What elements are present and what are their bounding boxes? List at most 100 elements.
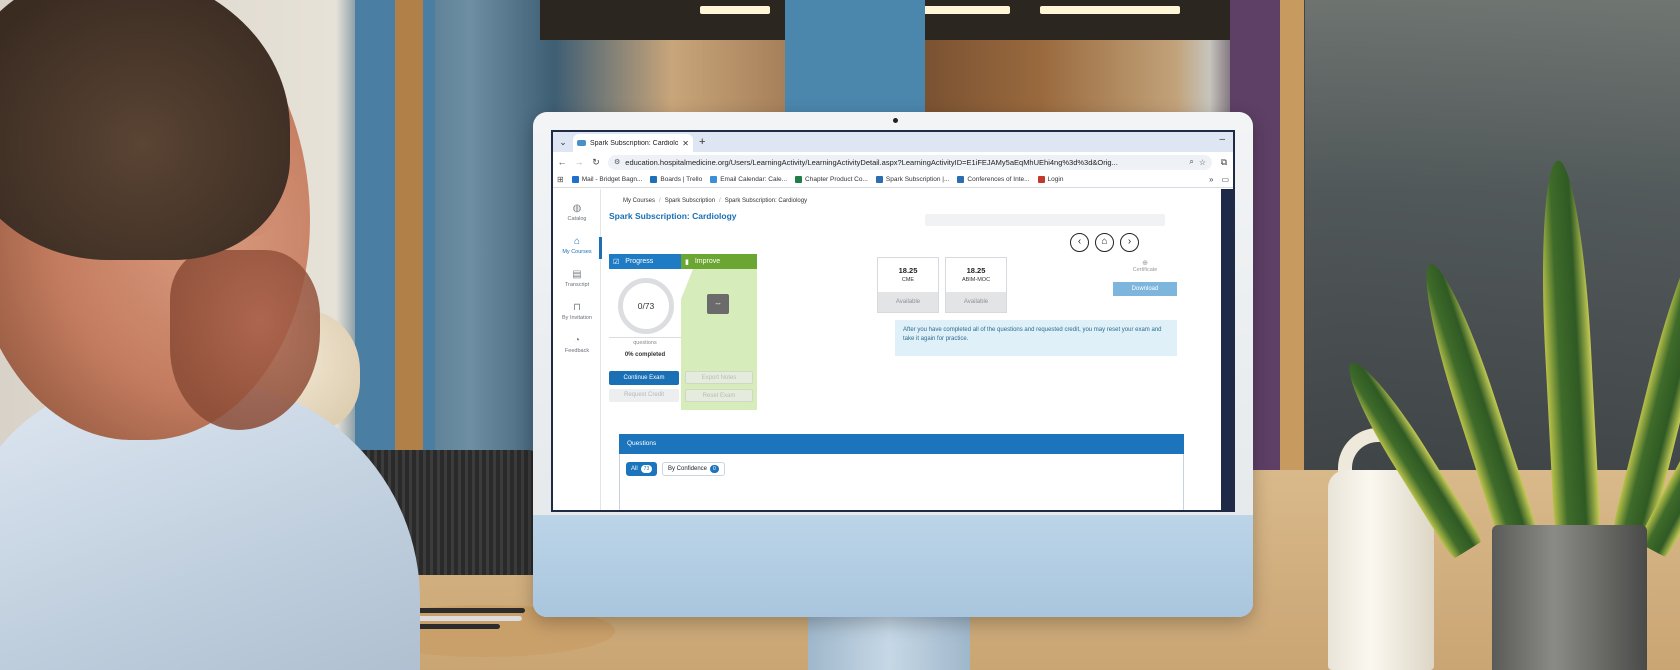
transcript-icon: ▤ (572, 269, 582, 280)
sidebar-item-label: My Courses (562, 249, 592, 255)
person (0, 0, 420, 670)
zoom-icon[interactable]: ⌕ (1189, 157, 1193, 167)
progress-ring: 0/73 (618, 278, 674, 334)
blue-panel (785, 0, 925, 130)
bookmark-item[interactable]: Conferences of Inte... (957, 176, 1030, 183)
checkbox-icon: ☑ (613, 258, 620, 266)
close-icon[interactable]: ✕ (682, 139, 689, 148)
filter-label: By Confidence (668, 466, 708, 472)
questions-header: Questions (619, 434, 1184, 454)
breadcrumb-link[interactable]: Spark Subscription (665, 198, 715, 204)
bookmarks-bar: ⊞ Mail - Bridget Bagn... Boards | Trello… (553, 172, 1233, 188)
screen: ⌄ Spark Subscription: Cardiology ✕ + – ←… (551, 130, 1235, 512)
previous-button[interactable]: ‹ (1070, 233, 1089, 252)
breadcrumb-link[interactable]: My Courses (623, 198, 655, 204)
breadcrumb-separator: / (659, 198, 661, 204)
next-button[interactable]: › (1120, 233, 1139, 252)
calendar-icon (710, 176, 718, 183)
site-info-icon[interactable]: ⚙ (614, 158, 620, 166)
site-favicon-icon (577, 140, 586, 146)
ceiling-light (1040, 6, 1180, 14)
continue-exam-button[interactable]: Continue Exam (609, 371, 679, 385)
sidebar-item-my-courses[interactable]: ⌂ My Courses (553, 236, 601, 255)
extensions-icon[interactable]: ⧉ (1219, 157, 1229, 168)
bookmark-item[interactable]: Login (1037, 176, 1064, 183)
tab-search-icon[interactable]: ⌄ (553, 137, 573, 148)
credit-box-abim-moc: 18.25 ABIM-MOC Available (945, 257, 1007, 313)
filter-by-confidence-tab[interactable]: By Confidence 0 (662, 462, 725, 476)
filter-count-badge: 0 (710, 465, 719, 473)
new-tab-icon[interactable]: + (699, 136, 705, 148)
course-page: ◍ Catalog ⌂ My Courses ▤ Transcript ⊓ By… (553, 189, 1233, 510)
bookmark-label: Spark Subscription |... (885, 176, 950, 183)
bookmark-item[interactable]: Chapter Product Co... (795, 176, 868, 183)
questions-panel: All 73 By Confidence 0 (619, 454, 1184, 510)
bookmark-star-icon[interactable]: ☆ (1199, 158, 1206, 167)
sidebar-item-label: Catalog (567, 216, 587, 222)
minimize-icon[interactable]: – (1219, 134, 1225, 145)
hm-site-icon (875, 176, 883, 183)
person-shirt (0, 380, 420, 670)
bookmark-label: Conferences of Inte... (967, 176, 1030, 183)
url-text: education.hospitalmedicine.org/Users/Lea… (625, 157, 1118, 167)
forward-icon[interactable]: → (574, 157, 584, 167)
browser-tab[interactable]: Spark Subscription: Cardiology ✕ (573, 134, 693, 152)
bookmark-label: Boards | Trello (660, 176, 703, 183)
home-icon: ⌂ (573, 236, 581, 247)
credit-type: CME (901, 277, 915, 283)
sidebar-item-feedback[interactable]: ◔ Feedback (553, 335, 601, 354)
address-bar-row: ← → ↻ ⚙ education.hospitalmedicine.org/U… (553, 152, 1233, 172)
percent-completed: 0% completed (624, 352, 666, 358)
filter-count-badge: 73 (640, 465, 653, 473)
back-icon[interactable]: ← (557, 157, 567, 167)
page-edge (1221, 189, 1233, 510)
sidebar-item-catalog[interactable]: ◍ Catalog (553, 203, 601, 222)
bookmark-label: Mail - Bridget Bagn... (581, 176, 643, 183)
signal-bars-icon: ▮ (685, 258, 689, 266)
sidebar-item-by-invitation[interactable]: ⊓ By Invitation (553, 302, 601, 321)
apps-grid-icon[interactable]: ⊞ (557, 175, 564, 184)
chevron-more-icon[interactable]: » (1209, 175, 1213, 184)
browser-tab-bar: ⌄ Spark Subscription: Cardiology ✕ + – (553, 132, 1233, 152)
inbox-icon: ⊓ (573, 302, 581, 313)
monitor-chin (533, 515, 1253, 617)
reset-exam-button[interactable]: Reset Exam (685, 389, 753, 402)
breadcrumb-separator: / (719, 198, 721, 204)
bookmark-item[interactable]: Email Calendar: Cale... (710, 176, 787, 183)
improve-value: -- (707, 294, 729, 314)
bookmark-label: Login (1047, 176, 1064, 183)
folder-icon[interactable]: ▭ (1221, 175, 1229, 184)
header-strip (925, 214, 1165, 226)
sidebar-item-label: Transcript (564, 282, 590, 288)
sidebar-item-transcript[interactable]: ▤ Transcript (553, 269, 601, 288)
camera (893, 118, 898, 123)
credit-status: Available (946, 292, 1006, 312)
page-title: Spark Subscription: Cardiology (609, 211, 737, 221)
person-hair (0, 0, 290, 260)
active-indicator (599, 237, 602, 259)
tab-title: Spark Subscription: Cardiology (590, 139, 679, 147)
trello-icon (650, 176, 658, 183)
reload-icon[interactable]: ↻ (591, 157, 601, 168)
sidebar-item-label: Feedback (564, 348, 590, 354)
credit-value: 18.25 (966, 266, 986, 275)
fedex-icon (1037, 176, 1045, 183)
certificate-icon: ⊕ (1142, 260, 1148, 267)
improve-header-label: Improve (694, 258, 721, 265)
export-notes-button[interactable]: Export Notes (685, 371, 753, 384)
request-credit-button[interactable]: Request Credit (609, 389, 679, 402)
home-icon: ⌂ (1101, 236, 1108, 247)
filter-all-tab[interactable]: All 73 (626, 462, 658, 476)
url-field[interactable]: ⚙ education.hospitalmedicine.org/Users/L… (608, 154, 1212, 170)
bookmark-item[interactable]: Mail - Bridget Bagn... (571, 176, 643, 183)
download-certificate-button[interactable]: Download (1113, 282, 1177, 296)
wood-post (1280, 0, 1304, 480)
home-button[interactable]: ⌂ (1095, 233, 1114, 252)
bookmark-item[interactable]: Spark Subscription |... (875, 176, 950, 183)
side-navigation: ◍ Catalog ⌂ My Courses ▤ Transcript ⊓ By… (553, 189, 602, 510)
credit-value: 18.25 (898, 266, 918, 275)
improve-notch (681, 269, 693, 299)
progress-header: ☑ Progress (609, 254, 681, 269)
bookmark-item[interactable]: Boards | Trello (650, 176, 702, 183)
breadcrumb: My Courses / Spark Subscription / Spark … (623, 198, 807, 204)
